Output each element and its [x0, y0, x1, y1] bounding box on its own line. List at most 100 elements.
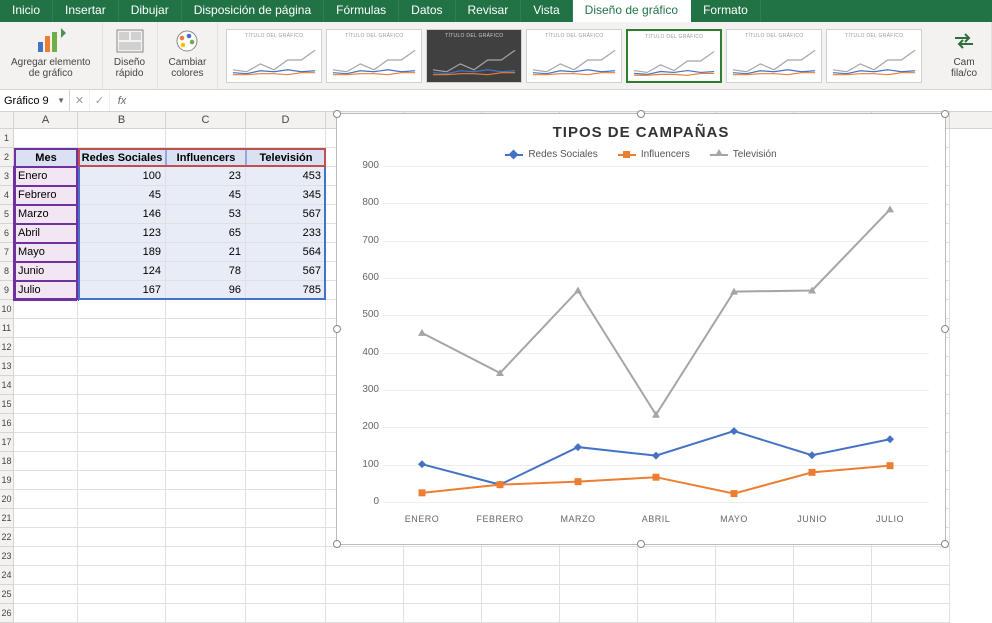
cell[interactable] [14, 414, 78, 433]
cell[interactable] [638, 547, 716, 566]
row-header[interactable]: 17 [0, 433, 14, 452]
cell[interactable] [246, 490, 326, 509]
cell[interactable] [78, 452, 166, 471]
cell[interactable] [404, 547, 482, 566]
legend-item[interactable]: Televisión [710, 149, 777, 160]
row-header[interactable]: 3 [0, 167, 14, 186]
row-header[interactable]: 23 [0, 547, 14, 566]
cell[interactable]: 78 [166, 262, 246, 281]
cell[interactable] [78, 414, 166, 433]
cell[interactable]: Junio [14, 262, 78, 281]
resize-handle[interactable] [333, 110, 341, 118]
cell[interactable] [246, 566, 326, 585]
cell[interactable] [246, 509, 326, 528]
row-header[interactable]: 4 [0, 186, 14, 205]
cell[interactable] [166, 566, 246, 585]
cell[interactable] [14, 319, 78, 338]
name-box[interactable]: Gráfico 9 ▼ [0, 90, 70, 111]
row-header[interactable]: 14 [0, 376, 14, 395]
change-colors-button[interactable]: Cambiarcolores [166, 25, 210, 81]
ribbon-tab-inicio[interactable]: Inicio [0, 0, 53, 22]
cell[interactable] [872, 566, 950, 585]
legend-item[interactable]: Redes Sociales [505, 149, 597, 160]
cell[interactable]: 567 [246, 262, 326, 281]
cell[interactable] [78, 604, 166, 623]
cell[interactable] [14, 338, 78, 357]
row-header[interactable]: 19 [0, 471, 14, 490]
cell[interactable] [14, 528, 78, 547]
cell[interactable] [246, 547, 326, 566]
cell[interactable] [14, 509, 78, 528]
cell[interactable]: Televisión [246, 148, 326, 167]
cell[interactable]: 167 [78, 281, 166, 300]
cell[interactable] [716, 585, 794, 604]
cell[interactable]: Influencers [166, 148, 246, 167]
switch-row-col-button[interactable]: Camfila/co [945, 25, 983, 81]
cell[interactable]: Marzo [14, 205, 78, 224]
cell[interactable] [14, 585, 78, 604]
cell[interactable] [14, 566, 78, 585]
row-header[interactable]: 22 [0, 528, 14, 547]
ribbon-tab-diseño-de-gráfico[interactable]: Diseño de gráfico [573, 0, 691, 22]
cell[interactable] [166, 509, 246, 528]
cell[interactable] [14, 471, 78, 490]
row-header[interactable]: 16 [0, 414, 14, 433]
ribbon-tab-vista[interactable]: Vista [521, 0, 572, 22]
ribbon-tab-insertar[interactable]: Insertar [53, 0, 119, 22]
ribbon-tab-revisar[interactable]: Revisar [456, 0, 522, 22]
cell[interactable] [246, 433, 326, 452]
cell[interactable]: 189 [78, 243, 166, 262]
fx-icon[interactable]: fx [110, 90, 134, 111]
ribbon-tab-disposición-de-página[interactable]: Disposición de página [182, 0, 324, 22]
cell[interactable] [482, 566, 560, 585]
row-header[interactable]: 10 [0, 300, 14, 319]
cell[interactable]: 53 [166, 205, 246, 224]
chart-title[interactable]: TIPOS DE CAMPAÑAS [337, 114, 945, 145]
row-header[interactable]: 7 [0, 243, 14, 262]
cell[interactable] [78, 471, 166, 490]
cell[interactable] [78, 433, 166, 452]
cell[interactable] [166, 547, 246, 566]
cell[interactable] [166, 528, 246, 547]
row-header[interactable]: 1 [0, 129, 14, 148]
cell[interactable] [78, 509, 166, 528]
cell[interactable] [14, 376, 78, 395]
cell[interactable] [872, 604, 950, 623]
cell[interactable]: 65 [166, 224, 246, 243]
cell[interactable] [794, 566, 872, 585]
cell[interactable] [482, 547, 560, 566]
chart-style-thumb[interactable]: Título del gráfico [726, 29, 822, 83]
embedded-chart[interactable]: TIPOS DE CAMPAÑAS Redes SocialesInfluenc… [336, 113, 946, 545]
chart-style-thumb[interactable]: Título del gráfico [326, 29, 422, 83]
cell[interactable] [326, 547, 404, 566]
cell[interactable] [14, 452, 78, 471]
cell[interactable] [14, 604, 78, 623]
cell[interactable]: 124 [78, 262, 166, 281]
cell[interactable] [326, 566, 404, 585]
cell[interactable]: 96 [166, 281, 246, 300]
quick-layout-button[interactable]: Diseñorápido [111, 25, 149, 81]
cell[interactable]: 123 [78, 224, 166, 243]
cell[interactable]: Redes Sociales [78, 148, 166, 167]
cell[interactable] [716, 547, 794, 566]
cancel-formula-button[interactable]: ✕ [70, 90, 90, 111]
cell[interactable] [166, 395, 246, 414]
cell[interactable] [166, 471, 246, 490]
accept-formula-button[interactable]: ✓ [90, 90, 110, 111]
cell[interactable] [794, 604, 872, 623]
resize-handle[interactable] [941, 325, 949, 333]
cell[interactable] [78, 338, 166, 357]
cell[interactable] [246, 357, 326, 376]
cell[interactable] [166, 300, 246, 319]
cell[interactable] [246, 414, 326, 433]
cell[interactable]: Julio [14, 281, 78, 300]
resize-handle[interactable] [333, 325, 341, 333]
cell[interactable] [404, 604, 482, 623]
column-header[interactable]: C [166, 112, 246, 128]
cell[interactable] [166, 452, 246, 471]
cell[interactable]: 23 [166, 167, 246, 186]
cell[interactable] [246, 338, 326, 357]
plot-area[interactable]: 0100200300400500600700800900 ENEROFEBRER… [383, 166, 929, 502]
cell[interactable] [246, 395, 326, 414]
cell[interactable] [404, 585, 482, 604]
